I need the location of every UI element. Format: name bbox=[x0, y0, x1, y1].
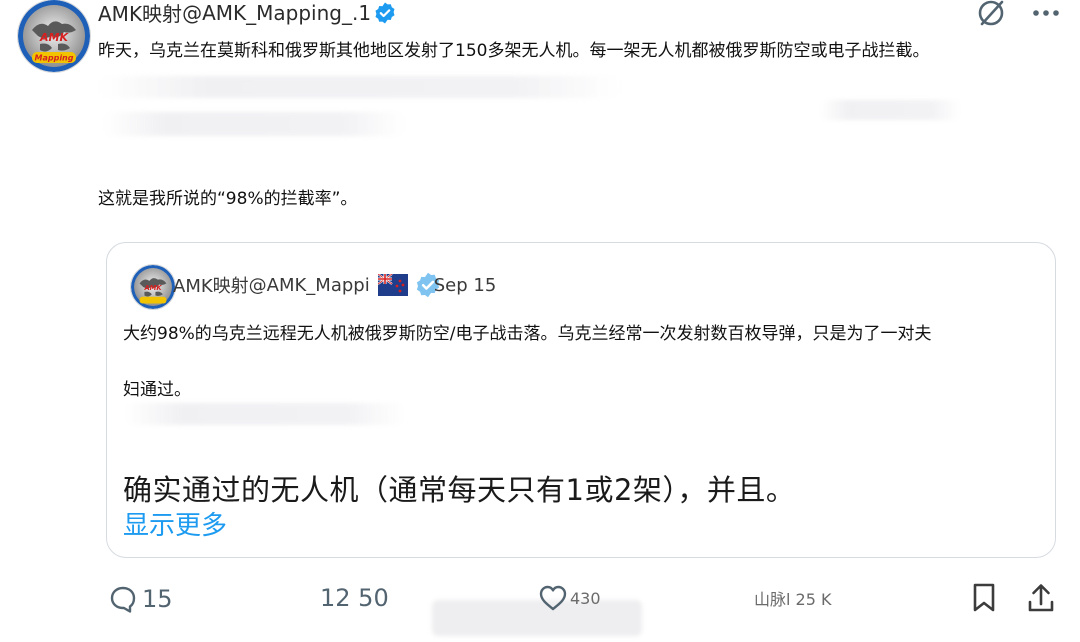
blurred-region bbox=[104, 112, 404, 136]
quoted-author-handle[interactable]: @AMK_Mappi bbox=[249, 275, 370, 296]
blurred-region bbox=[100, 76, 620, 98]
author-handle[interactable]: @AMK_Mapping_. bbox=[182, 1, 358, 25]
author-handle-fragment: 1 bbox=[358, 0, 372, 25]
quoted-text-line-2: 妇通过。 bbox=[123, 380, 191, 400]
verified-badge-icon bbox=[375, 2, 395, 23]
blurred-region bbox=[432, 600, 642, 636]
grok-icon[interactable] bbox=[976, 0, 1006, 28]
post-text-line-2: 这就是我所说的“98%的拦截率”。 bbox=[98, 189, 358, 209]
author-display-name[interactable]: AMK映射 bbox=[98, 0, 182, 27]
share-button[interactable] bbox=[1026, 582, 1056, 614]
more-icon[interactable] bbox=[1032, 9, 1060, 17]
views-indicator[interactable]: 山脉l 25 K bbox=[754, 586, 831, 610]
quoted-author-avatar[interactable]: AMK bbox=[131, 265, 175, 309]
retweet-count: 12 50 bbox=[320, 584, 389, 612]
svg-text:Mapping: Mapping bbox=[35, 54, 74, 63]
top-right-actions bbox=[976, 0, 1060, 28]
share-icon bbox=[1028, 584, 1054, 612]
tweet-screen: AMK Mapping AMK映射 @AMK_Mapping_. 1 昨天，乌克… bbox=[0, 0, 1080, 642]
quoted-tweet-card[interactable]: AMK AMK映射 @AMK_Mappi Sep 15 大约98%的乌克兰远程无… bbox=[106, 242, 1056, 558]
bookmark-icon bbox=[973, 583, 995, 612]
show-more-link[interactable]: 显示更多 bbox=[123, 505, 227, 542]
bookmark-button[interactable] bbox=[970, 582, 998, 614]
quoted-text-line-1: 大约98%的乌克兰远程无人机被俄罗斯防空/电子战击落。乌克兰经常一次发射数百枚导… bbox=[123, 324, 932, 344]
heart-icon bbox=[539, 585, 567, 611]
amk-logo-icon: AMK Mapping bbox=[18, 0, 90, 72]
views-label: 山脉l 25 K bbox=[754, 590, 832, 609]
like-button[interactable]: 430 bbox=[538, 584, 601, 612]
blurred-region bbox=[125, 403, 405, 425]
retweet-button[interactable]: 12 50 bbox=[316, 584, 389, 612]
like-count: 430 bbox=[570, 588, 601, 608]
author-avatar[interactable]: AMK Mapping bbox=[18, 0, 90, 72]
new-zealand-flag-icon bbox=[377, 274, 408, 296]
svg-text:AMK: AMK bbox=[39, 31, 69, 44]
author-line: AMK映射 @AMK_Mapping_. 1 bbox=[98, 0, 397, 27]
quoted-tweet-date[interactable]: Sep 15 bbox=[434, 275, 497, 296]
post-text-line-1: 昨天，乌克兰在莫斯科和俄罗斯其他地区发射了150多架无人机。每一架无人机都被俄罗… bbox=[98, 41, 930, 61]
svg-text:AMK: AMK bbox=[143, 284, 162, 292]
reply-button[interactable]: 15 bbox=[108, 584, 173, 614]
amk-logo-icon: AMK bbox=[131, 265, 175, 309]
reply-count: 15 bbox=[142, 585, 173, 613]
quoted-text-large: 确实通过的无人机（通常每天只有1或2架），并且。 bbox=[123, 473, 796, 507]
tweet-action-bar: 15 12 50 430 山脉l 25 K bbox=[0, 576, 1080, 636]
quoted-author-line: AMK映射 @AMK_Mappi Sep 15 bbox=[173, 271, 496, 299]
quoted-author-display-name[interactable]: AMK映射 bbox=[173, 272, 249, 298]
blurred-region bbox=[820, 100, 960, 120]
reply-icon bbox=[110, 586, 136, 613]
